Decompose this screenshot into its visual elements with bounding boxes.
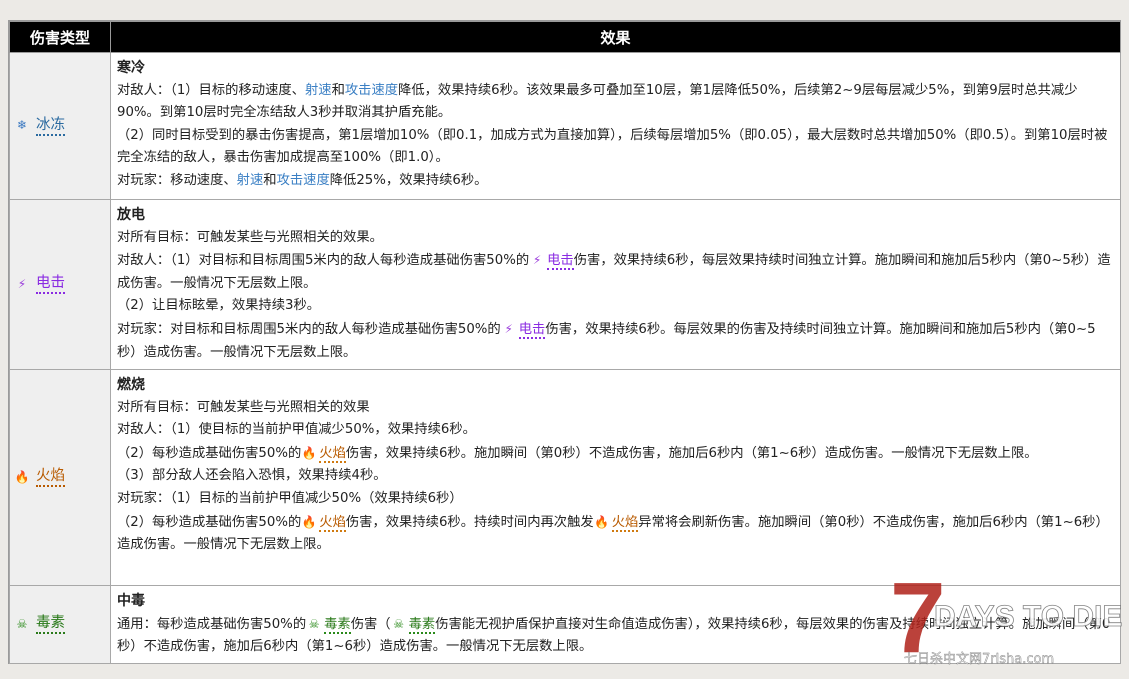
lightning-icon: ⚡ <box>532 253 542 268</box>
keyword-electric[interactable]: 电击 <box>547 253 574 271</box>
keyword-fire[interactable]: 火焰 <box>319 514 346 532</box>
effect-line: （3）部分敌人还会陷入恐惧，效果持续4秒。 <box>117 468 387 484</box>
type-cell-poison: ☠ 毒素 <box>9 585 111 664</box>
flame-icon: 🔥 <box>594 514 610 529</box>
link-fire-rate[interactable]: 射速 <box>305 83 332 98</box>
link-attack-speed[interactable]: 攻击速度 <box>345 83 398 98</box>
keyword-fire[interactable]: 火焰 <box>319 445 346 463</box>
table-row: ⚡ 电击 放电 对所有目标：可触发某些与光照相关的效果。 对敌人：（1）对目标和… <box>9 199 1121 370</box>
effect-line: 对玩家：对目标和目标周围5米内的敌人每秒造成基础伤害50%的 ⚡ 电击伤害，效果持续… <box>117 318 1114 364</box>
effect-line: （2）同时目标受到的暴击伤害提高，第1层增加10%（即0.1，加成方式为直接加算… <box>117 127 1108 166</box>
effect-title: 寒冷 <box>117 60 145 76</box>
table-header-row: 伤害类型 效果 <box>9 21 1121 53</box>
header-effect: 效果 <box>110 21 1121 53</box>
effect-line: 对玩家：（1）目标的当前护甲值减少50%（效果持续6秒） <box>117 490 463 506</box>
effect-line: 对玩家：移动速度、射速和攻击速度降低25%，效果持续6秒。 <box>117 172 488 188</box>
effect-cell-ice: 寒冷 对敌人：（1）目标的移动速度、射速和攻击速度降低，效果持续6秒。该效果最多… <box>110 52 1121 200</box>
effect-line: 对敌人：（1）对目标和目标周围5米内的敌人每秒造成基础伤害50%的 ⚡ 电击伤害，效… <box>117 249 1114 295</box>
flame-icon: 🔥 <box>301 514 317 529</box>
skull-icon: ☠ <box>16 616 28 631</box>
link-attack-speed[interactable]: 攻击速度 <box>277 173 330 188</box>
type-label-fire[interactable]: 🔥 火焰 <box>14 466 65 489</box>
flame-icon: 🔥 <box>301 445 317 460</box>
link-fire-rate[interactable]: 射速 <box>237 173 264 188</box>
effect-cell-electric: 放电 对所有目标：可触发某些与光照相关的效果。 对敌人：（1）对目标和目标周围5… <box>110 199 1121 370</box>
damage-type-table: 伤害类型 效果 ❄ 冰冻 寒冷 对敌人：（1）目标的移动速度、射速和攻击速度降低… <box>9 21 1121 664</box>
effect-line: 通用：每秒造成基础伤害50%的 ☠ 毒素伤害（ ☠ 毒素伤害能无视护盾保护直接对生命值造… <box>117 613 1114 659</box>
type-cell-electric: ⚡ 电击 <box>9 199 111 370</box>
keyword-electric[interactable]: 电击 <box>518 321 546 339</box>
table-row: 🔥 火焰 燃烧 对所有目标：可触发某些与光照相关的效果 对敌人：（1）使目标的当… <box>9 369 1121 586</box>
snowflake-icon: ❄ <box>16 118 28 133</box>
keyword-poison[interactable]: 毒素 <box>324 616 351 634</box>
keyword-poison[interactable]: 毒素 <box>408 616 436 634</box>
type-label-ice[interactable]: ❄ 冰冻 <box>14 114 65 137</box>
type-label-poison[interactable]: ☠ 毒素 <box>14 613 65 636</box>
lightning-icon: ⚡ <box>17 276 27 291</box>
effect-title: 放电 <box>117 207 145 223</box>
effect-title: 中毒 <box>117 593 145 609</box>
effect-title: 燃烧 <box>117 377 145 393</box>
effect-line: （2）每秒造成基础伤害50%的🔥 火焰伤害，效果持续6秒。持续时间内再次触发🔥 火焰… <box>117 511 1114 557</box>
lightning-icon: ⚡ <box>504 321 513 336</box>
effect-cell-fire: 燃烧 对所有目标：可触发某些与光照相关的效果 对敌人：（1）使目标的当前护甲值减… <box>110 369 1121 586</box>
effect-line: （2）让目标眩晕，效果持续3秒。 <box>117 298 321 314</box>
skull-icon: ☠ <box>393 616 404 631</box>
effect-line: 对所有目标：可触发某些与光照相关的效果。 <box>117 229 383 245</box>
effect-line: 对敌人：（1）目标的移动速度、射速和攻击速度降低，效果持续6秒。该效果最多可叠加… <box>117 82 1078 121</box>
skull-icon: ☠ <box>308 616 320 631</box>
keyword-fire[interactable]: 火焰 <box>611 514 639 532</box>
table-row: ❄ 冰冻 寒冷 对敌人：（1）目标的移动速度、射速和攻击速度降低，效果持续6秒。… <box>9 52 1121 200</box>
effect-line: 对敌人：（1）使目标的当前护甲值减少50%，效果持续6秒。 <box>117 422 476 438</box>
effect-cell-poison: 中毒 通用：每秒造成基础伤害50%的 ☠ 毒素伤害（ ☠ 毒素伤害能无视护盾保护直接对生… <box>110 585 1121 664</box>
table-row: ☠ 毒素 中毒 通用：每秒造成基础伤害50%的 ☠ 毒素伤害（ ☠ 毒素伤害能无视护盾保… <box>9 585 1121 664</box>
damage-type-table-frame: 伤害类型 效果 ❄ 冰冻 寒冷 对敌人：（1）目标的移动速度、射速和攻击速度降低… <box>8 20 1121 664</box>
header-damage-type: 伤害类型 <box>9 21 111 53</box>
effect-line: 对所有目标：可触发某些与光照相关的效果 <box>117 399 370 415</box>
type-cell-fire: 🔥 火焰 <box>9 369 111 586</box>
flame-icon: 🔥 <box>14 469 30 484</box>
type-cell-ice: ❄ 冰冻 <box>9 52 111 200</box>
effect-line: （2）每秒造成基础伤害50%的🔥 火焰伤害，效果持续6秒。施加瞬间（第0秒）不造成… <box>117 442 1114 466</box>
type-label-electric[interactable]: ⚡ 电击 <box>14 273 65 296</box>
